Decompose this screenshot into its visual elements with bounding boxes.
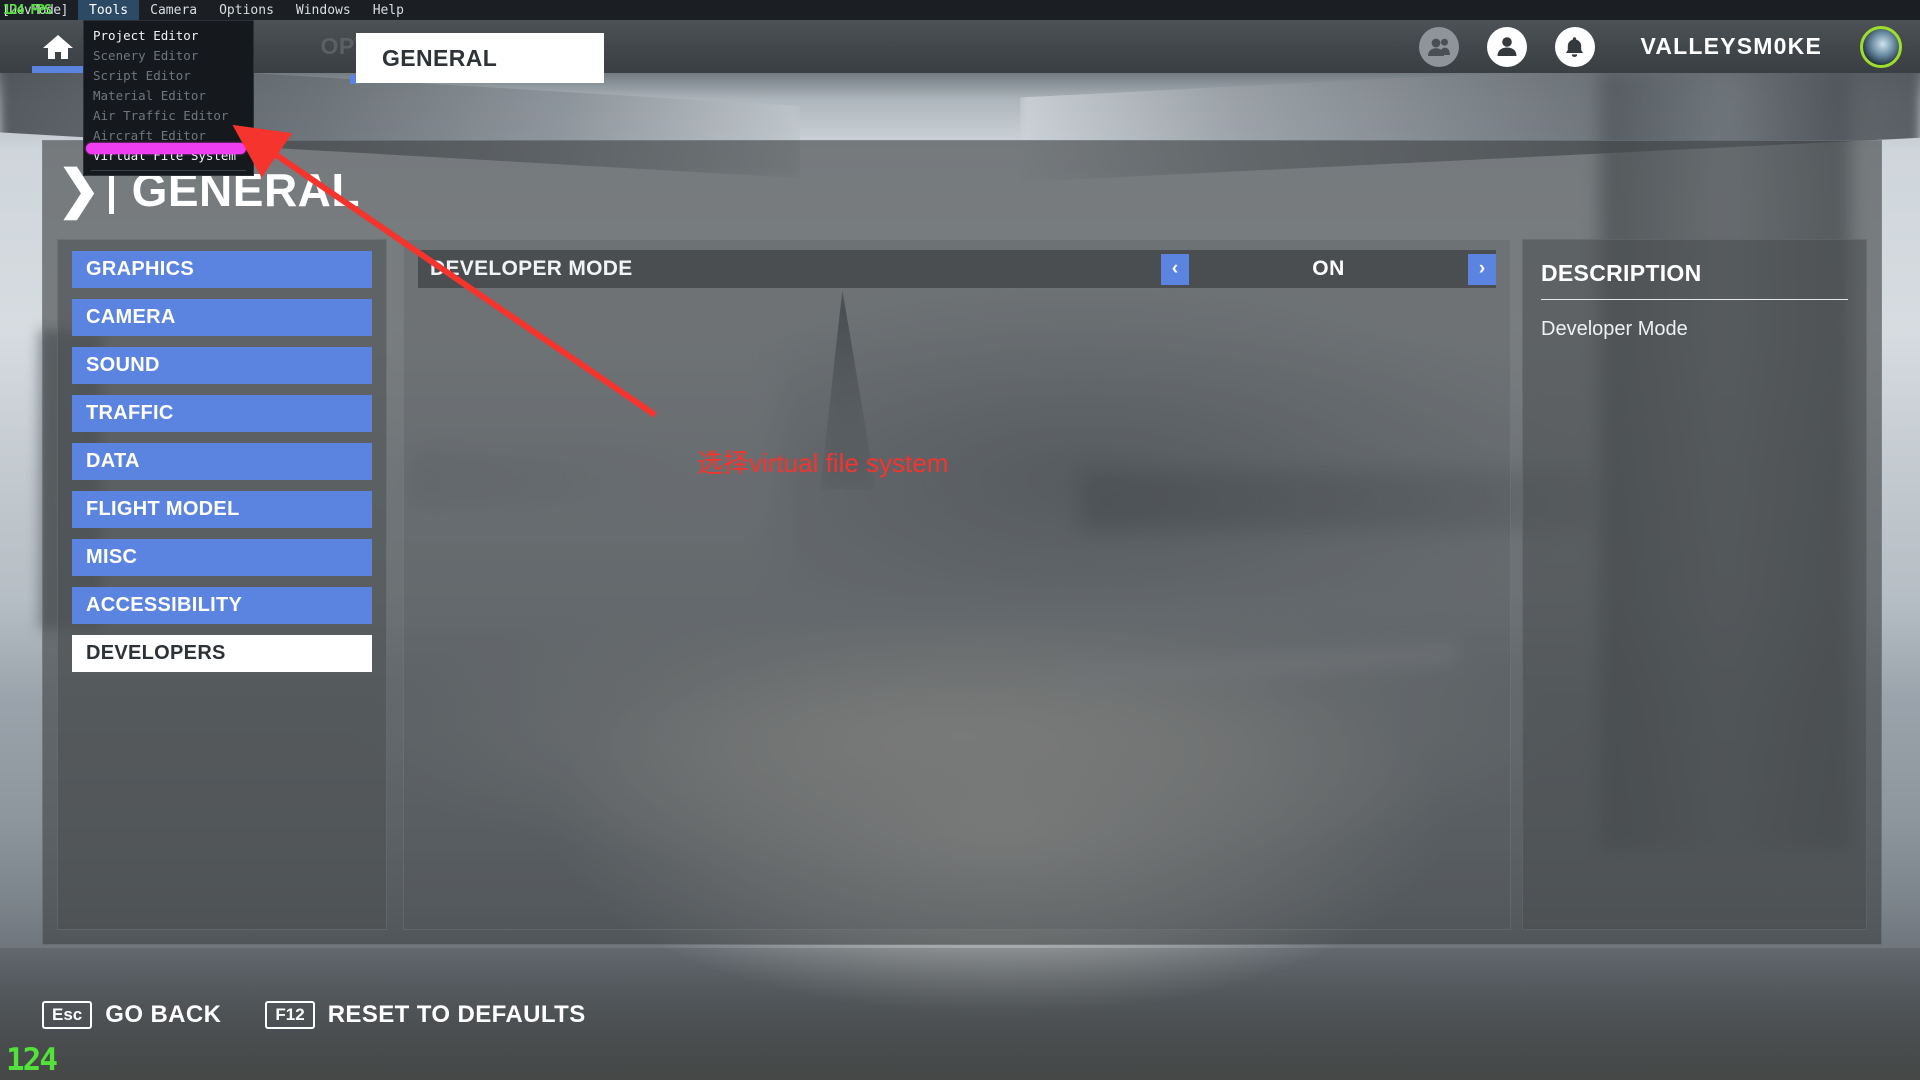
- key-esc: Esc: [42, 1001, 93, 1029]
- developer-mode-stepper: ‹ ON ›: [1161, 250, 1496, 288]
- bell-glyph: [1566, 36, 1584, 57]
- hint-go-back[interactable]: Esc GO BACK: [42, 1001, 221, 1029]
- setting-value: ON: [1312, 257, 1345, 280]
- menu-item-material-editor: Material Editor: [93, 88, 206, 103]
- tab-general[interactable]: GENERAL: [356, 33, 604, 83]
- settings-content-area: DEVELOPER MODE ‹ ON ›: [403, 239, 1511, 930]
- menu-windows[interactable]: Windows: [285, 0, 362, 20]
- sidebar-item-flight-model[interactable]: FLIGHT MODEL: [72, 491, 372, 528]
- sidebar-item-developers[interactable]: DEVELOPERS: [72, 635, 372, 672]
- sidebar-item-traffic[interactable]: TRAFFIC: [72, 395, 372, 432]
- menu-options[interactable]: Options: [208, 0, 285, 20]
- sidebar-item-data[interactable]: DATA: [72, 443, 372, 480]
- key-f12: F12: [265, 1001, 315, 1029]
- sidebar-item-accessibility[interactable]: ACCESSIBILITY: [72, 587, 372, 624]
- go-back-label: GO BACK: [105, 1001, 222, 1028]
- app-header: OPTIONS GENERAL: [0, 20, 1920, 84]
- menu-separator: [91, 170, 246, 171]
- description-heading: DESCRIPTION: [1541, 260, 1702, 286]
- menu-camera[interactable]: Camera: [139, 0, 208, 20]
- friends-glyph: [1427, 38, 1450, 56]
- fps-overlay: 124 FPS: [3, 3, 52, 18]
- sidebar-item-sound[interactable]: SOUND: [72, 347, 372, 384]
- description-body: Developer Mode: [1541, 318, 1688, 340]
- description-panel: DESCRIPTION Developer Mode: [1522, 239, 1867, 930]
- menu-tools[interactable]: Tools: [78, 0, 140, 20]
- description-divider: [1541, 299, 1848, 300]
- annotation-note: 选择virtual file system: [697, 448, 949, 478]
- chevron-left-icon[interactable]: ‹: [1161, 253, 1189, 285]
- sidebar-item-misc[interactable]: MISC: [72, 539, 372, 576]
- setting-label: DEVELOPER MODE: [430, 257, 633, 280]
- menu-help[interactable]: Help: [362, 0, 415, 20]
- menu-item-scenery-editor: Scenery Editor: [93, 48, 199, 63]
- username-label: VALLEYSM0KE: [1640, 33, 1822, 59]
- tab-home-underline: [32, 66, 86, 73]
- menu-item-project-editor[interactable]: Project Editor: [84, 26, 253, 46]
- home-icon: [43, 34, 73, 59]
- developer-menu-bar: [DevMode] 124 FPS Tools Camera Options W…: [0, 0, 1920, 20]
- settings-category-sidebar: GRAPHICS CAMERA SOUND TRAFFIC DATA FLIGH…: [57, 239, 387, 930]
- sidebar-item-graphics[interactable]: GRAPHICS: [72, 251, 372, 288]
- chevron-right-icon[interactable]: ›: [1468, 253, 1496, 285]
- menu-item-script-editor: Script Editor: [93, 68, 191, 83]
- devmode-tag: [DevMode] 124 FPS: [0, 0, 78, 20]
- setting-row-developer-mode: DEVELOPER MODE ‹ ON ›: [418, 250, 1496, 288]
- reset-label: RESET TO DEFAULTS: [327, 1001, 586, 1028]
- highlight-stroke-annotation: [86, 143, 246, 154]
- avatar[interactable]: [1860, 25, 1902, 68]
- profile-icon[interactable]: [1486, 26, 1527, 67]
- options-panel: ❯ GENERAL GRAPHICS CAMERA SOUND TRAFFIC …: [42, 140, 1882, 945]
- menu-item-air-traffic-editor: Air Traffic Editor: [93, 108, 229, 123]
- sidebar-item-camera[interactable]: CAMERA: [72, 299, 372, 336]
- hint-reset-defaults[interactable]: F12 RESET TO DEFAULTS: [265, 1001, 585, 1029]
- bell-icon[interactable]: [1554, 26, 1595, 67]
- bottom-hint-bar: Esc GO BACK F12 RESET TO DEFAULTS: [0, 950, 1920, 1080]
- profile-glyph: [1497, 37, 1517, 56]
- header-icon-group: VALLEYSM0KE: [1418, 20, 1902, 73]
- friends-icon[interactable]: [1418, 26, 1459, 67]
- fps-corner-counter: 124: [6, 1042, 58, 1078]
